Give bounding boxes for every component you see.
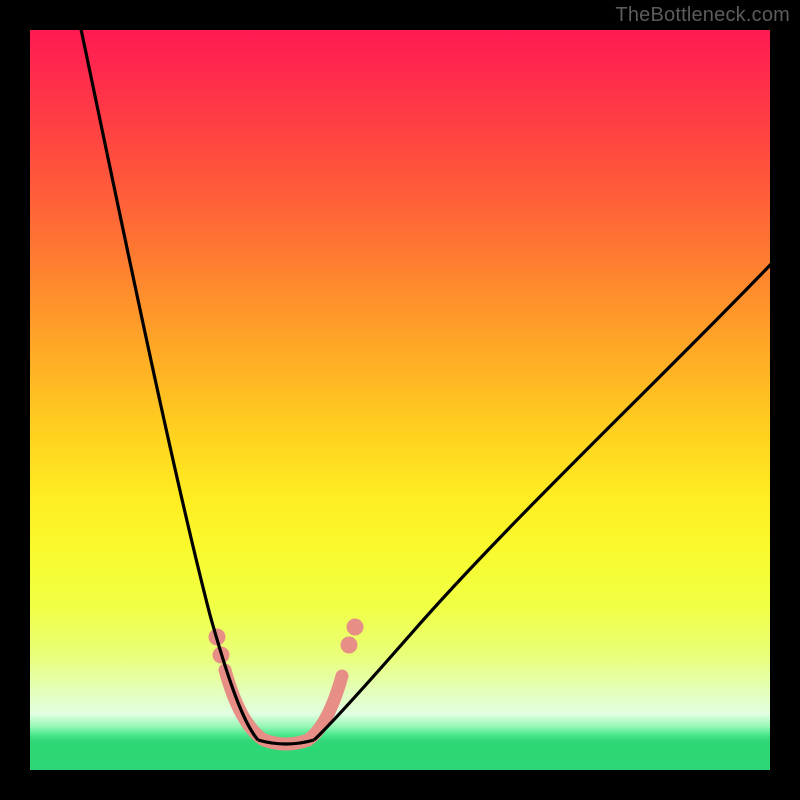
plot-area [30,30,770,770]
left-curve [77,30,258,740]
salmon-dot [341,637,358,654]
chart-frame: TheBottleneck.com [0,0,800,800]
curve-overlay [30,30,770,770]
salmon-dot [347,619,364,636]
salmon-dots [209,619,364,664]
right-curve [314,260,770,740]
watermark-text: TheBottleneck.com [615,4,790,27]
salmon-band [225,670,342,744]
